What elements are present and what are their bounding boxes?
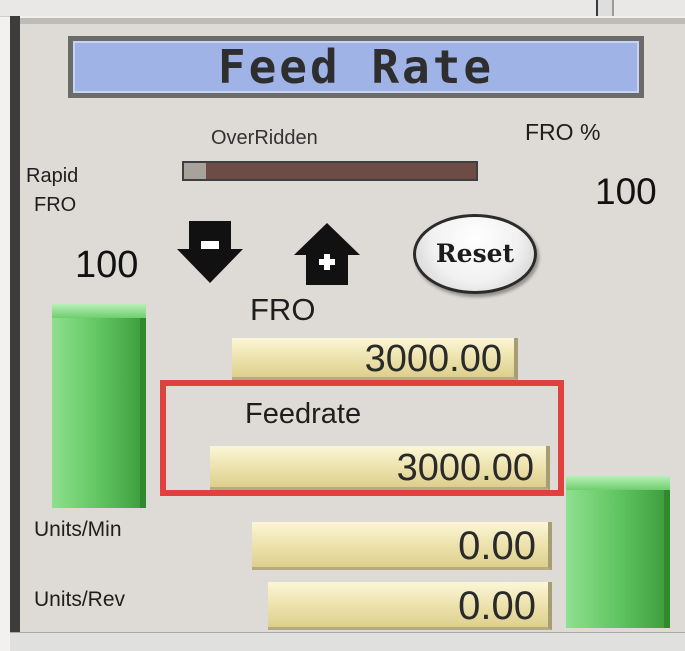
overridden-indicator-cap bbox=[184, 163, 206, 179]
overridden-label: OverRidden bbox=[211, 127, 318, 149]
fro-label: FRO bbox=[250, 292, 316, 327]
reset-button[interactable]: Reset bbox=[413, 214, 537, 294]
panel-frame-left bbox=[10, 16, 20, 650]
panel-title: Feed Rate bbox=[217, 40, 495, 94]
panel-frame-bottom bbox=[10, 632, 685, 651]
fro-percent-label: FRO % bbox=[525, 119, 601, 145]
feed-slider-right[interactable] bbox=[566, 476, 670, 628]
overridden-indicator bbox=[182, 161, 478, 181]
feed-rate-panel: Feed Rate OverRidden FRO % 100 Rapid FRO… bbox=[20, 24, 685, 632]
rapid-fro-label-line2: FRO bbox=[34, 194, 77, 216]
fro-readout: 3000.00 bbox=[232, 338, 518, 380]
fro-up-button[interactable] bbox=[292, 221, 362, 287]
fro-percent-value: 100 bbox=[595, 171, 657, 212]
window-top-strip bbox=[0, 0, 685, 17]
rapid-fro-label: Rapid FRO bbox=[26, 162, 78, 220]
rapid-fro-slider[interactable] bbox=[52, 304, 146, 508]
arrow-up-plus-icon bbox=[294, 223, 360, 285]
feedrate-highlight-box bbox=[160, 380, 564, 496]
arrow-down-minus-icon bbox=[177, 221, 243, 283]
feed-slider-right-cap bbox=[566, 476, 670, 490]
rapid-fro-label-line1: Rapid bbox=[26, 165, 79, 187]
rapid-fro-value: 100 bbox=[75, 244, 139, 286]
units-per-min-label: Units/Min bbox=[34, 518, 122, 541]
fro-down-button[interactable] bbox=[175, 219, 245, 285]
units-per-rev-label: Units/Rev bbox=[34, 588, 126, 611]
feed-rate-title-box: Feed Rate bbox=[68, 36, 644, 98]
units-per-min-readout: 0.00 bbox=[252, 522, 552, 570]
rapid-fro-slider-cap bbox=[52, 304, 146, 318]
units-per-rev-readout: 0.00 bbox=[268, 582, 552, 630]
